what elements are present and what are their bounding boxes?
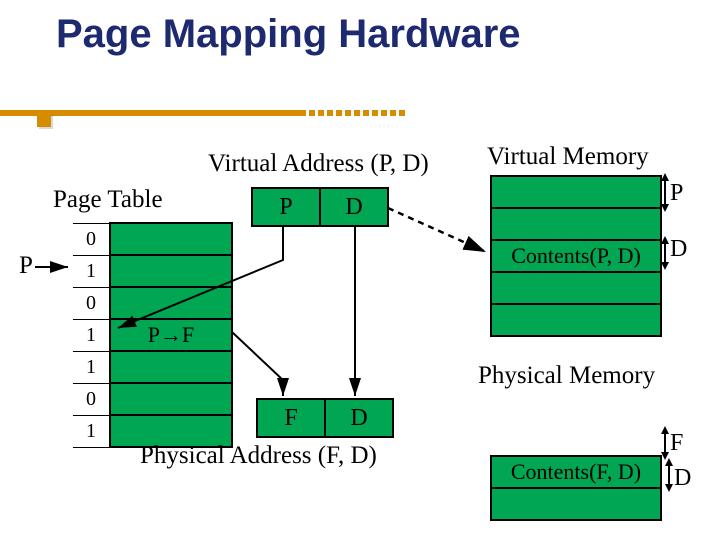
diagram-stage: Page Mapping Hardware Virtual Address (P…	[0, 0, 720, 540]
virtual-memory-label: Virtual Memory	[487, 143, 649, 171]
page-table-index: 1	[73, 255, 110, 287]
page-table-entry	[110, 223, 232, 255]
page-table-label: Page Table	[53, 186, 163, 214]
memory-row	[492, 209, 660, 241]
page-table-entry	[110, 383, 232, 415]
bullet-square-icon	[37, 113, 51, 127]
virtual-address-d-cell: D	[321, 187, 389, 227]
physical-address-box: F D	[256, 398, 394, 438]
pm-f-marker: F	[670, 430, 683, 457]
page-table-entry	[110, 255, 232, 287]
page-table-index: 1	[73, 351, 110, 383]
page-table-entry	[110, 351, 232, 383]
page-table-index: 1	[73, 319, 110, 351]
page-table-entry: P→F	[110, 319, 232, 351]
page-table-index: 1	[73, 415, 110, 447]
virtual-address-box: P D	[251, 187, 389, 227]
physical-address-d-cell: D	[326, 398, 394, 438]
memory-row	[492, 177, 660, 209]
physical-memory-label: Physical Memory	[478, 362, 655, 390]
memory-row	[492, 305, 660, 335]
page-table: 0 1 0 1P→F 1 0 1	[73, 222, 233, 448]
vm-p-marker: P	[670, 180, 683, 207]
page-table-index: 0	[73, 287, 110, 319]
virtual-address-label: Virtual Address (P, D)	[208, 150, 429, 178]
memory-row-contents: Contents(P, D)	[492, 241, 660, 273]
virtual-address-p-cell: P	[251, 187, 321, 227]
physical-address-f-cell: F	[256, 398, 326, 438]
page-table-entry	[110, 287, 232, 319]
page-table-index: 0	[73, 383, 110, 415]
title-underline-dots	[300, 110, 405, 116]
p-pointer-label: P	[19, 252, 33, 280]
virtual-memory-stack: Contents(P, D)	[490, 175, 662, 337]
physical-memory-stack: Contents(F, D)	[490, 455, 662, 521]
vm-d-marker: D	[670, 236, 687, 263]
memory-row	[492, 273, 660, 305]
memory-row-contents: Contents(F, D)	[492, 457, 660, 489]
pm-d-marker: D	[674, 465, 691, 492]
physical-address-label: Physical Address (F, D)	[140, 442, 377, 470]
page-title: Page Mapping Hardware	[56, 12, 521, 57]
page-table-index: 0	[73, 223, 110, 255]
memory-row	[492, 489, 660, 519]
